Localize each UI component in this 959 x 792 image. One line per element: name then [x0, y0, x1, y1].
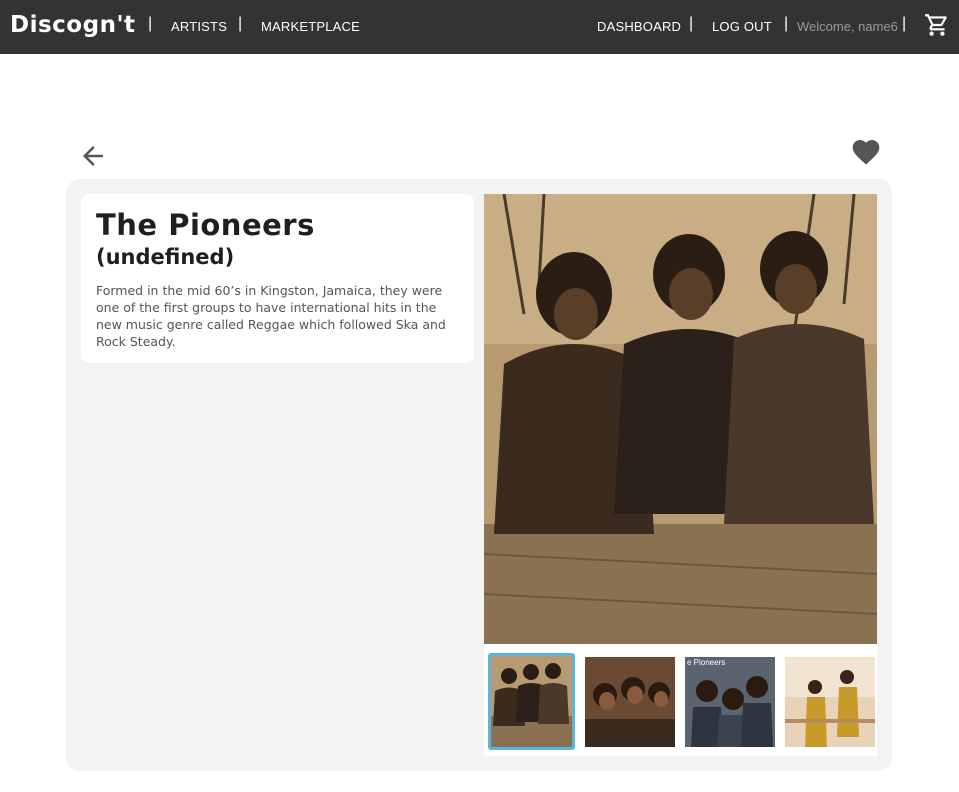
- nav-separator: |: [238, 15, 243, 32]
- thumbnail-1[interactable]: [488, 653, 575, 750]
- svg-text:e Pioneers: e Pioneers: [687, 658, 725, 667]
- thumbnail-3[interactable]: e Pioneers: [685, 657, 775, 747]
- heart-icon[interactable]: [849, 136, 883, 168]
- site-logo[interactable]: Discogn't: [10, 12, 135, 38]
- nav-link-dashboard[interactable]: DASHBOARD: [597, 19, 681, 34]
- nav-link-artists[interactable]: ARTISTS: [171, 19, 227, 34]
- arrow-left-icon[interactable]: [78, 141, 108, 171]
- thumbnail-2[interactable]: [585, 657, 675, 747]
- welcome-text: Welcome, name6: [797, 19, 898, 34]
- artist-subtitle: (undefined): [96, 245, 235, 269]
- nav-link-marketplace[interactable]: MARKETPLACE: [261, 19, 360, 34]
- artist-name: The Pioneers: [96, 208, 315, 242]
- thumbnail-4[interactable]: [785, 657, 875, 747]
- nav-separator: |: [902, 15, 907, 32]
- main-artist-photo: [484, 194, 877, 644]
- nav-separator: |: [784, 15, 789, 32]
- nav-separator: |: [148, 15, 153, 32]
- shopping-cart-icon[interactable]: [924, 12, 950, 38]
- nav-separator: |: [689, 15, 694, 32]
- nav-link-logout[interactable]: LOG OUT: [712, 19, 772, 34]
- artist-bio: Formed in the mid 60’s in Kingston, Jama…: [96, 283, 446, 349]
- top-nav: Discogn't | ARTISTS | MARKETPLACE DASHBO…: [0, 0, 959, 54]
